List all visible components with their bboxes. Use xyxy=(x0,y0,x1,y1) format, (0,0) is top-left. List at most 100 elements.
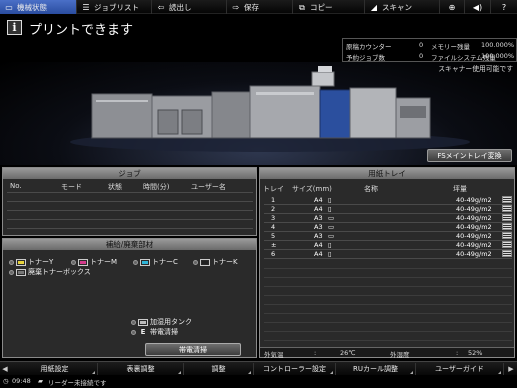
job-column-no: No. xyxy=(10,182,22,190)
volume-button[interactable]: ◀) xyxy=(465,0,491,14)
charge-clean-button[interactable]: 帯電清掃 xyxy=(145,343,241,356)
portrait-icon: ▯ xyxy=(328,250,332,258)
job-row[interactable] xyxy=(7,192,253,193)
button-label: コントローラー設定 xyxy=(263,365,326,373)
counter-row: 予約ジョブ数 0 ファイルシステム残量 100.000% xyxy=(343,51,517,62)
status-dot-icon xyxy=(133,259,138,265)
counter-value: 100.000% xyxy=(481,52,515,60)
tray-row[interactable]: ± A4 ▯ 40-49g/m2 xyxy=(264,241,512,250)
job-column-mode: モード xyxy=(61,183,82,191)
tray-column-tray: トレイ xyxy=(263,185,284,193)
tray-row-divider xyxy=(264,304,512,305)
tray-row[interactable]: 2 A4 ▯ 40-49g/m2 xyxy=(264,205,512,214)
tray-column-name: 名称 xyxy=(364,185,378,193)
scan-icon: ◢ xyxy=(370,2,378,12)
counter-value: 0 xyxy=(419,41,424,49)
toner-m-status: トナーM xyxy=(71,257,117,267)
environment-bar: 外気温 : 26℃ 外湿度 : 52% xyxy=(260,347,514,359)
panel-title: 用紙トレイ xyxy=(260,168,514,179)
tab-recall[interactable]: ⇦ 読出し xyxy=(152,0,227,14)
scroll-left-arrow-icon[interactable]: ◀ xyxy=(0,363,10,375)
tab-scan[interactable]: ◢ スキャン xyxy=(365,0,440,14)
fs-main-tray-switch-button[interactable]: FSメイントレイ変換 xyxy=(427,149,512,162)
outside-humidity-label: 外湿度 xyxy=(390,351,410,359)
humidifier-tank-status: 加湿用タンク xyxy=(131,317,192,327)
tray-row[interactable]: 1 A4 ▯ 40-49g/m2 xyxy=(264,196,512,205)
toner-y-status: トナーY xyxy=(9,257,53,267)
portrait-icon: ▯ xyxy=(328,241,332,249)
job-row[interactable] xyxy=(7,201,253,202)
status-header: i プリントできます 原稿カウンター 0 メモリー残量 100.000% 予約ジ… xyxy=(0,14,517,62)
outside-humidity-value: 52% xyxy=(468,349,483,357)
paper-level-icon xyxy=(502,196,512,203)
charge-icon: E xyxy=(140,328,146,336)
job-panel: ジョブ No. モード 状態 時間(分) ユーザー名 xyxy=(2,167,257,236)
tray-row[interactable]: 3 A3 ▭ 40-49g/m2 xyxy=(264,214,512,223)
help-icon: ? xyxy=(501,2,507,12)
tray-column-weight: 坪量 xyxy=(453,185,467,193)
ru-curl-adjust-button[interactable]: RUカール調整 xyxy=(336,363,416,375)
toner-c-status: トナーC xyxy=(133,257,178,267)
status-dot-icon xyxy=(193,259,198,265)
machine-icon: ▭ xyxy=(5,2,13,12)
tray-row[interactable]: 5 A3 ▭ 40-49g/m2 xyxy=(264,232,512,241)
tray-size: A3 xyxy=(314,232,323,240)
toner-cartridge-icon xyxy=(200,258,210,266)
recall-icon: ⇦ xyxy=(157,2,165,12)
tank-icon xyxy=(138,318,148,326)
job-column-user: ユーザー名 xyxy=(191,183,226,191)
tray-row-divider xyxy=(264,286,512,287)
button-label: 用紙設定 xyxy=(40,365,69,373)
tray-weight: 40-49g/m2 xyxy=(456,241,492,249)
button-label: ユーザーガイド xyxy=(435,365,484,373)
charge-clean-status: E 帯電清掃 xyxy=(131,327,178,337)
machine-illustration-area: スキャナー使用可能です FSメイントレイ変換 xyxy=(0,62,517,165)
tray-column-size: サイズ(mm) xyxy=(292,185,332,193)
status-dot-icon xyxy=(131,319,136,325)
waste-box-icon xyxy=(16,268,26,276)
job-row[interactable] xyxy=(7,219,253,220)
button-label: 表裏調整 xyxy=(126,365,155,373)
tray-row-divider xyxy=(264,340,512,341)
language-button[interactable]: ⊕ xyxy=(440,0,465,14)
store-icon: ⇨ xyxy=(232,2,240,12)
counter-value: 0 xyxy=(419,52,424,60)
tab-copy[interactable]: ⧉ コピー xyxy=(293,0,365,14)
paper-setting-button[interactable]: 用紙設定 xyxy=(12,363,98,375)
tray-size: A4 xyxy=(314,205,323,213)
controller-setting-button[interactable]: コントローラー設定 xyxy=(254,363,336,375)
job-row[interactable] xyxy=(7,228,253,229)
tray-row-divider xyxy=(264,331,512,332)
tray-weight: 40-49g/m2 xyxy=(456,196,492,204)
tab-label: 保存 xyxy=(244,2,259,12)
tray-size: A4 xyxy=(314,250,323,258)
tray-row[interactable]: 6 A4 ▯ 40-49g/m2 xyxy=(264,250,512,259)
tab-machine-status[interactable]: ▭ 機械状態 xyxy=(0,0,77,14)
landscape-icon: ▭ xyxy=(328,232,335,240)
job-row[interactable] xyxy=(7,210,253,211)
globe-icon: ⊕ xyxy=(448,2,456,12)
user-guide-button[interactable]: ユーザーガイド xyxy=(416,363,504,375)
tray-size: A3 xyxy=(314,214,323,222)
toner-cartridge-icon xyxy=(16,258,26,266)
help-button[interactable]: ? xyxy=(491,0,517,14)
counter-box: 原稿カウンター 0 メモリー残量 100.000% 予約ジョブ数 0 ファイルシ… xyxy=(342,38,517,62)
status-title: プリントできます xyxy=(29,23,134,38)
counter-row: 原稿カウンター 0 メモリー残量 100.000% xyxy=(343,40,517,51)
front-back-adjust-button[interactable]: 表裏調整 xyxy=(98,363,184,375)
tab-label: コピー xyxy=(310,2,333,12)
tray-row-divider xyxy=(264,277,512,278)
tray-weight: 40-49g/m2 xyxy=(456,214,492,222)
tab-label: スキャン xyxy=(382,2,412,12)
tray-row[interactable]: 4 A3 ▭ 40-49g/m2 xyxy=(264,223,512,232)
tab-job-list[interactable]: ☰ ジョブリスト xyxy=(77,0,152,14)
toner-label: トナーK xyxy=(212,258,238,266)
portrait-icon: ▯ xyxy=(328,196,332,204)
counter-label: メモリー残量 xyxy=(431,43,470,51)
tray-row-divider xyxy=(264,268,512,269)
status-dot-icon xyxy=(71,259,76,265)
tab-store[interactable]: ⇨ 保存 xyxy=(227,0,293,14)
adjust-button[interactable]: 調整 xyxy=(184,363,254,375)
toner-cartridge-icon xyxy=(78,258,88,266)
scroll-right-arrow-icon[interactable]: ▶ xyxy=(506,363,516,375)
